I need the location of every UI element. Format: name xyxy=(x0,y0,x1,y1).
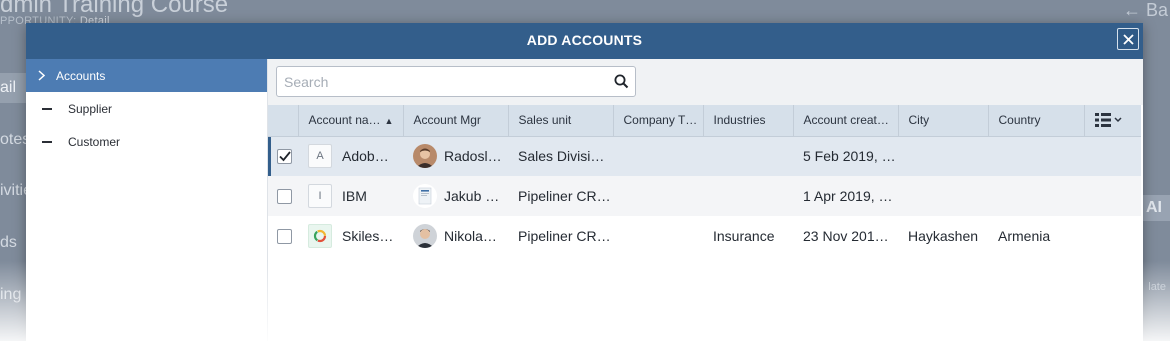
column-header-industries[interactable]: Industries xyxy=(703,105,794,137)
created-cell: 23 Nov 201… xyxy=(803,228,889,244)
column-header-account-created[interactable]: Account creat… xyxy=(793,105,899,137)
checkmark-icon xyxy=(278,151,291,162)
bg-nav-item: ail xyxy=(0,73,26,103)
bg-ai-badge: AI xyxy=(1142,195,1170,221)
account-avatar: I xyxy=(308,184,332,208)
manager-name: Jakub … xyxy=(444,188,500,204)
bg-back-link: ← Ba xyxy=(1122,0,1168,20)
accounts-panel: Account na…▲ Account Mgr Sales unit Comp… xyxy=(268,59,1143,341)
account-name: IBM xyxy=(342,188,367,204)
row-checkbox[interactable] xyxy=(277,148,292,164)
column-settings-button[interactable] xyxy=(1084,105,1141,137)
sidebar-item-label: Accounts xyxy=(56,68,106,83)
industries-cell xyxy=(703,176,793,216)
table-row[interactable]: Skiles… Nikola… Pipeliner CR… Insurance xyxy=(268,216,1141,256)
dash-icon xyxy=(26,107,68,110)
column-header-account-mgr[interactable]: Account Mgr xyxy=(403,105,509,137)
column-header-country[interactable]: Country xyxy=(988,105,1085,137)
created-cell: 5 Feb 2019, … xyxy=(803,148,896,165)
sort-ascending-icon: ▲ xyxy=(384,116,394,127)
row-checkbox[interactable] xyxy=(277,228,292,244)
dash-icon xyxy=(26,140,68,143)
column-header-sales-unit[interactable]: Sales unit xyxy=(508,105,614,137)
row-checkbox[interactable] xyxy=(277,188,292,204)
bg-nav-item: otes xyxy=(0,131,26,148)
column-settings-icon xyxy=(1094,113,1111,128)
bg-text: late xyxy=(1148,281,1166,293)
country-cell: Armenia xyxy=(998,228,1051,244)
company-logo-icon xyxy=(308,224,332,248)
table-row[interactable]: A Adob… Radosl… Sales Divisi… 5 Feb 2019… xyxy=(268,136,1141,176)
manager-avatar xyxy=(413,184,437,208)
search-field[interactable] xyxy=(276,66,636,97)
account-avatar: A xyxy=(308,144,332,169)
account-name: Skiles… xyxy=(342,228,394,244)
search-input[interactable] xyxy=(277,67,607,96)
company-type-cell xyxy=(613,216,703,256)
close-icon xyxy=(1122,33,1134,45)
city-cell xyxy=(898,176,988,216)
sidebar-item-label: Customer xyxy=(68,134,121,149)
column-header-account-name[interactable]: Account na… ▲ xyxy=(298,105,404,137)
table-header-row: Account na… ▲ Account Mgr Sales unit Comp… xyxy=(268,105,1141,137)
search-toolbar xyxy=(268,59,1143,105)
manager-name: Nikola… xyxy=(444,228,497,244)
table-row[interactable]: I IBM Jakub … Pipeliner CR… 1 Apr 2019, … xyxy=(268,176,1141,216)
chevron-right-icon[interactable] xyxy=(26,70,56,81)
company-type-cell xyxy=(613,136,703,176)
created-cell: 1 Apr 2019, … xyxy=(803,188,893,204)
search-icon[interactable] xyxy=(607,74,635,89)
column-header-company-type[interactable]: Company T… xyxy=(613,105,704,137)
accounts-table: Account na… ▲ Account Mgr Sales unit Comp… xyxy=(268,105,1141,256)
add-accounts-dialog: ADD ACCOUNTS Accounts Supplier Customer xyxy=(26,23,1143,341)
sales-unit-cell: Pipeliner CR… xyxy=(518,228,611,244)
category-sidebar: Accounts Supplier Customer xyxy=(26,59,268,341)
sidebar-item-customer[interactable]: Customer xyxy=(26,125,267,158)
select-column-header xyxy=(268,105,299,137)
bg-nav-item: ivitie xyxy=(0,182,26,199)
bg-nav-item: ds xyxy=(0,234,17,251)
manager-avatar xyxy=(413,144,437,169)
sales-unit-cell: Pipeliner CR… xyxy=(518,188,611,204)
manager-name: Radosl… xyxy=(444,148,502,165)
company-type-cell xyxy=(613,176,703,216)
manager-avatar xyxy=(413,224,437,248)
sidebar-item-label: Supplier xyxy=(68,101,113,116)
country-cell xyxy=(988,136,1084,176)
city-cell: Haykashen xyxy=(908,228,979,244)
bg-nav-item: ing xyxy=(0,286,22,303)
close-button[interactable] xyxy=(1117,28,1139,50)
dialog-header: ADD ACCOUNTS xyxy=(26,23,1143,59)
column-header-city[interactable]: City xyxy=(898,105,989,137)
account-name: Adob… xyxy=(342,148,389,165)
dialog-title: ADD ACCOUNTS xyxy=(526,32,643,48)
sales-unit-cell: Sales Divisi… xyxy=(518,148,605,165)
chevron-down-icon xyxy=(1113,117,1122,123)
city-cell xyxy=(898,136,988,176)
sidebar-item-accounts[interactable]: Accounts xyxy=(26,59,267,92)
industries-cell xyxy=(703,136,793,176)
country-cell xyxy=(988,176,1084,216)
industries-cell: Insurance xyxy=(713,228,775,244)
sidebar-item-supplier[interactable]: Supplier xyxy=(26,92,267,125)
